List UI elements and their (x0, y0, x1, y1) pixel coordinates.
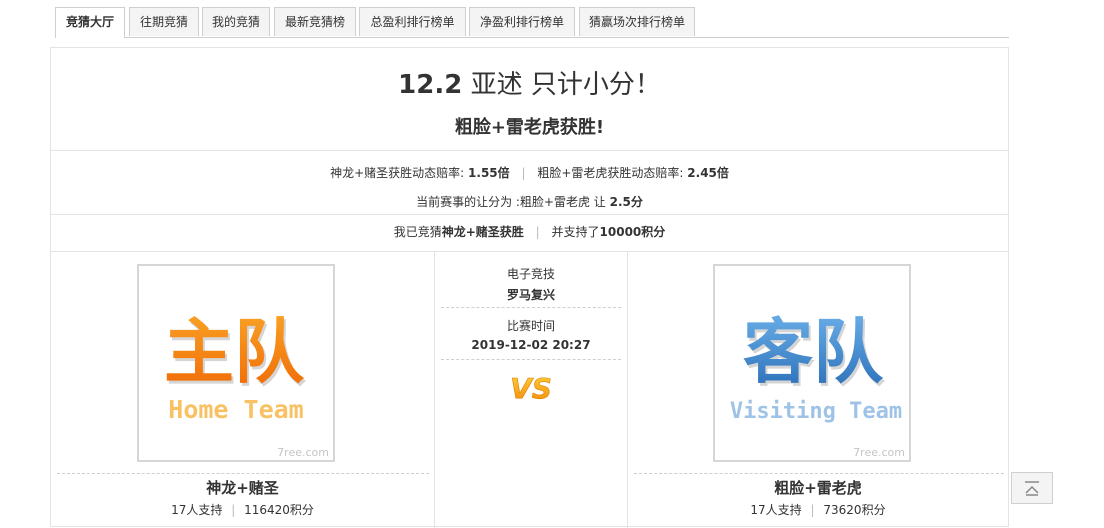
away-logo-main: 客队 (743, 311, 884, 393)
handicap-line: 当前赛事的让分为 :粗脸+雷老虎 让 2.5分 (51, 193, 1008, 210)
odds-section: 神龙+赌圣获胜动态赔率: 1.55倍 | 粗脸+雷老虎获胜动态赔率: 2.45倍… (51, 150, 1008, 215)
time-value: 2019-12-02 20:27 (471, 338, 591, 352)
away-team-name: 粗脸+雷老虎 (774, 479, 862, 497)
back-to-top-button[interactable] (1011, 472, 1053, 504)
home-logo-watermark: 7ree.com (277, 446, 329, 459)
tab-past[interactable]: 往期竞猜 (129, 7, 199, 36)
match-date: 12.2 (398, 70, 463, 100)
match-title-text: 亚述 只计小分！ (470, 70, 661, 100)
my-bet-suffix: 并支持了 (551, 225, 600, 239)
away-odds-value: 2.45倍 (687, 166, 729, 180)
category-block: 电子竞技 罗马复兴 (435, 265, 627, 303)
tab-latest-rank[interactable]: 最新竞猜榜 (274, 7, 356, 36)
vs-badge: VS (435, 367, 627, 410)
home-logo-graphic: 主队 主队 Home Team 7ree.com (164, 311, 329, 459)
separator: | (521, 166, 526, 180)
away-logo-sub: Visiting Team (730, 399, 902, 424)
handicap-value: 2.5分 (609, 195, 643, 209)
divider (634, 473, 1004, 474)
away-team-logo[interactable]: 客队 客队 Visiting Team 7ree.com (713, 264, 911, 462)
match-info-column: 电子竞技 罗马复兴 比赛时间 2019-12-02 20:27 VS (435, 251, 628, 528)
home-team-logo[interactable]: 主队 主队 Home Team 7ree.com (137, 264, 335, 462)
tab-net-profit-rank[interactable]: 净盈利排行榜单 (469, 7, 575, 36)
home-odds-value: 1.55倍 (468, 166, 510, 180)
home-team-stats: 17人支持 | 116420积分 (51, 501, 434, 518)
tab-wins-rank[interactable]: 猜赢场次排行榜单 (579, 7, 695, 36)
my-bet-team: 神龙+赌圣获胜 (441, 225, 524, 239)
away-logo-graphic: 客队 客队 Visiting Team 7ree.com (730, 311, 905, 459)
away-logo-watermark: 7ree.com (853, 446, 905, 459)
tab-my-bets[interactable]: 我的竞猜 (202, 7, 270, 36)
tab-lobby[interactable]: 竞猜大厅 (55, 7, 125, 38)
match-panel: 12.2 亚述 只计小分！ 粗脸+雷老虎获胜! 神龙+赌圣获胜动态赔率: 1.5… (50, 47, 1009, 528)
away-odds-label: 粗脸+雷老虎获胜动态赔率: (537, 166, 684, 180)
home-team-name: 神龙+赌圣 (206, 479, 279, 497)
divider (57, 473, 429, 474)
away-points: 73620积分 (823, 503, 886, 517)
away-team-stats: 17人支持 | 73620积分 (628, 501, 1008, 518)
match-result: 粗脸+雷老虎获胜! (454, 117, 605, 138)
handicap-label: 当前赛事的让分为 :粗脸+雷老虎 让 (416, 195, 606, 209)
home-supporters: 17人支持 (171, 503, 223, 517)
separator: | (535, 225, 540, 239)
separator: | (810, 503, 815, 517)
match-header: 12.2 亚述 只计小分！ 粗脸+雷老虎获胜! (51, 48, 1008, 151)
home-logo-main: 主队 (164, 311, 305, 393)
vs-graphic: VS (510, 372, 552, 406)
time-block: 比赛时间 2019-12-02 20:27 (435, 317, 627, 352)
teams-section: 主队 主队 Home Team 7ree.com 神龙+赌圣 17人支持 | 1… (51, 251, 1008, 528)
away-team-column: 客队 客队 Visiting Team 7ree.com 粗脸+雷老虎 17人支… (628, 251, 1008, 528)
divider (441, 359, 621, 360)
odds-line: 神龙+赌圣获胜动态赔率: 1.55倍 | 粗脸+雷老虎获胜动态赔率: 2.45倍 (51, 164, 1008, 181)
tab-total-profit-rank[interactable]: 总盈利排行榜单 (359, 7, 466, 36)
home-logo-sub: Home Team (168, 395, 303, 424)
match-title: 12.2 亚述 只计小分！ (51, 64, 1008, 101)
my-bet-points: 10000积分 (599, 225, 666, 239)
my-bet-prefix: 我已竞猜 (393, 225, 442, 239)
tab-bar: 竞猜大厅 往期竞猜 我的竞猜 最新竞猜榜 总盈利排行榜单 净盈利排行榜单 猜赢场… (55, 7, 1009, 38)
my-bet-row: 我已竞猜神龙+赌圣获胜 | 并支持了10000积分 (51, 214, 1008, 252)
time-label: 比赛时间 (506, 319, 555, 333)
divider (441, 307, 621, 308)
back-to-top-icon (1025, 481, 1039, 496)
home-team-column: 主队 主队 Home Team 7ree.com 神龙+赌圣 17人支持 | 1… (51, 251, 435, 528)
home-odds-label: 神龙+赌圣获胜动态赔率: (330, 166, 465, 180)
category-label: 电子竞技 (506, 267, 555, 281)
away-supporters: 17人支持 (750, 503, 802, 517)
category-value: 罗马复兴 (506, 288, 555, 302)
separator: | (231, 503, 236, 517)
vs-text: VS (510, 372, 552, 405)
home-points: 116420积分 (244, 503, 314, 517)
